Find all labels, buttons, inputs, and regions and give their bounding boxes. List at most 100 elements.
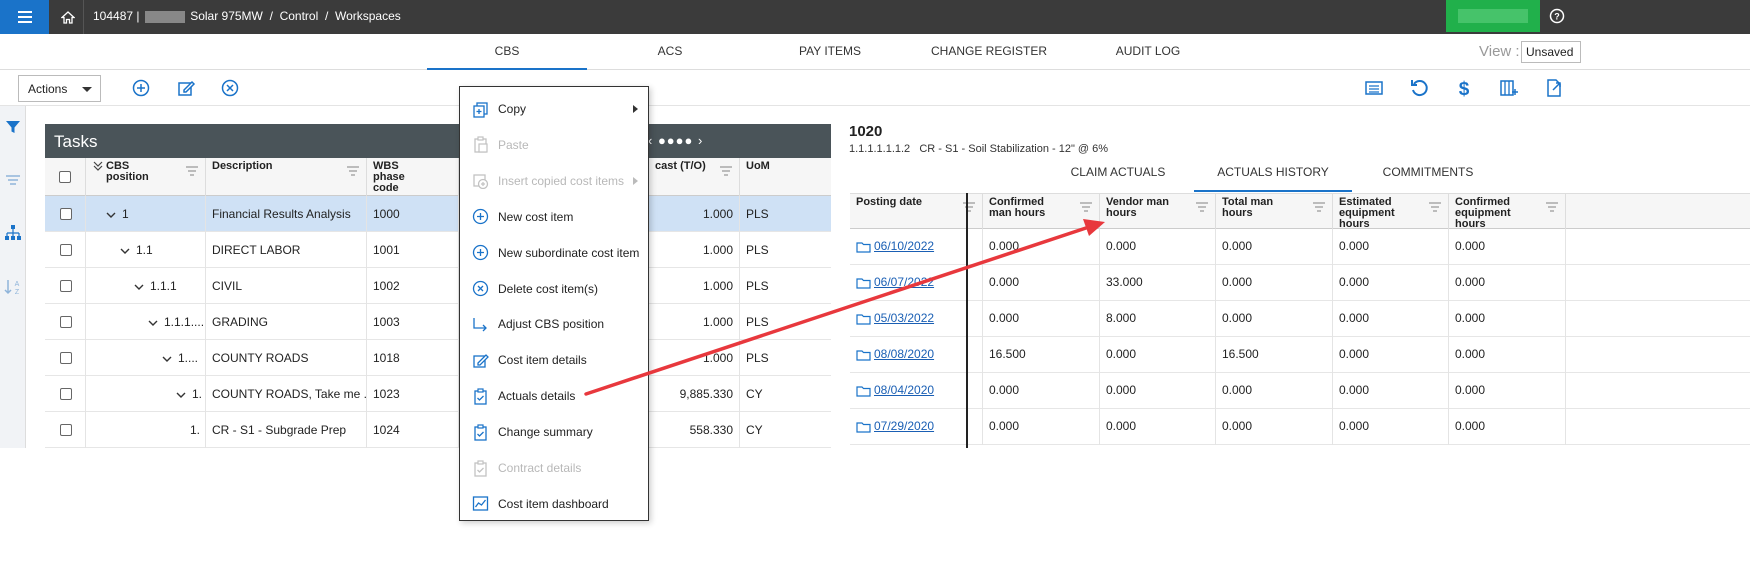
tab-pay-items[interactable]: PAY ITEMS bbox=[750, 34, 910, 70]
tab-acs[interactable]: ACS bbox=[590, 34, 750, 70]
uom-cell[interactable]: CY bbox=[740, 376, 831, 412]
forecast-cell[interactable]: 1.000 bbox=[649, 304, 740, 340]
col-cbs-position[interactable]: CBS position bbox=[86, 158, 206, 196]
table-row[interactable]: 1.1.1 CIVIL 1002 1.000 PLS bbox=[45, 268, 831, 304]
column-filter-icon[interactable] bbox=[1195, 202, 1209, 212]
frozen-column-divider[interactable] bbox=[966, 193, 968, 448]
uom-cell[interactable]: PLS bbox=[740, 340, 831, 376]
column-filter-icon[interactable] bbox=[185, 166, 199, 176]
edit-icon[interactable] bbox=[176, 78, 196, 98]
refresh-icon[interactable] bbox=[1409, 78, 1429, 98]
table-row[interactable]: 1. COUNTY ROADS, Take me ... 1023 9,885.330… bbox=[45, 376, 831, 412]
chevron-down-icon[interactable] bbox=[162, 354, 172, 364]
col-estimated-equipment-hours[interactable]: Estimated equipment hours bbox=[1333, 194, 1449, 230]
lines-icon[interactable] bbox=[4, 171, 22, 189]
wbs-code-cell[interactable]: 1000 bbox=[367, 196, 459, 232]
description-cell[interactable]: COUNTY ROADS bbox=[206, 340, 367, 376]
confirmed-man-cell[interactable]: 0.000 bbox=[983, 265, 1100, 301]
column-filter-icon[interactable] bbox=[1428, 202, 1442, 212]
conf-equipment-cell[interactable]: 0.000 bbox=[1449, 409, 1566, 445]
sort-az-icon[interactable]: AZ bbox=[4, 278, 22, 296]
table-row[interactable]: 1. CR - S1 - Subgrade Prep 1024 558.330 CY bbox=[45, 412, 831, 448]
chevron-down-icon[interactable] bbox=[176, 390, 186, 400]
folder-icon[interactable] bbox=[856, 349, 871, 361]
est-equipment-cell[interactable]: 0.000 bbox=[1333, 301, 1449, 337]
menu-item-change-summary[interactable]: Change summary bbox=[460, 414, 648, 450]
conf-equipment-cell[interactable]: 0.000 bbox=[1449, 337, 1566, 373]
total-man-cell[interactable]: 0.000 bbox=[1216, 265, 1333, 301]
uom-cell[interactable]: PLS bbox=[740, 232, 831, 268]
select-all-checkbox[interactable] bbox=[59, 171, 71, 183]
menu-item-new-cost-item[interactable]: New cost item bbox=[460, 199, 648, 235]
column-pager[interactable]: ‹ ●●●● › bbox=[648, 133, 703, 148]
filter-icon[interactable] bbox=[4, 118, 22, 136]
folder-icon[interactable] bbox=[856, 313, 871, 325]
menu-item-new-subordinate-cost-item[interactable]: New subordinate cost item bbox=[460, 235, 648, 271]
breadcrumb-workspaces[interactable]: Workspaces bbox=[335, 9, 401, 23]
folder-icon[interactable] bbox=[856, 241, 871, 253]
chevron-down-icon[interactable] bbox=[106, 210, 116, 220]
vendor-man-cell[interactable]: 33.000 bbox=[1100, 265, 1216, 301]
col-vendor-man-hours[interactable]: Vendor man hours bbox=[1100, 194, 1216, 230]
description-cell[interactable]: COUNTY ROADS, Take me ... bbox=[206, 376, 367, 412]
confirmed-man-cell[interactable]: 0.000 bbox=[983, 301, 1100, 337]
vendor-man-cell[interactable]: 0.000 bbox=[1100, 337, 1216, 373]
user-badge[interactable] bbox=[1446, 0, 1540, 32]
forecast-cell[interactable]: 9,885.330 bbox=[649, 376, 740, 412]
forecast-cell[interactable]: 558.330 bbox=[649, 412, 740, 448]
est-equipment-cell[interactable]: 0.000 bbox=[1333, 229, 1449, 265]
menu-item-delete-cost-items[interactable]: Delete cost item(s) bbox=[460, 271, 648, 307]
uom-cell[interactable]: CY bbox=[740, 412, 831, 448]
posting-date-link[interactable]: 05/03/2022 bbox=[874, 311, 934, 325]
conf-equipment-cell[interactable]: 0.000 bbox=[1449, 229, 1566, 265]
add-circle-icon[interactable] bbox=[131, 78, 151, 98]
posting-date-link[interactable]: 06/10/2022 bbox=[874, 239, 934, 253]
table-row[interactable]: 05/03/2022 0.000 8.000 0.000 0.000 0.000 bbox=[850, 301, 1750, 337]
table-row[interactable]: 06/07/2022 0.000 33.000 0.000 0.000 0.000 bbox=[850, 265, 1750, 301]
col-confirmed-equipment-hours[interactable]: Confirmed equipment hours bbox=[1449, 194, 1566, 230]
column-filter-icon[interactable] bbox=[1079, 202, 1093, 212]
menu-item-adjust-cbs-position[interactable]: Adjust CBS position bbox=[460, 306, 648, 342]
column-filter-icon[interactable] bbox=[1312, 202, 1326, 212]
column-filter-icon[interactable] bbox=[1545, 202, 1559, 212]
description-cell[interactable]: GRADING bbox=[206, 304, 367, 340]
menu-item-actuals-details[interactable]: Actuals details bbox=[460, 378, 648, 414]
chevron-down-icon[interactable] bbox=[120, 246, 130, 256]
est-equipment-cell[interactable]: 0.000 bbox=[1333, 373, 1449, 409]
chevron-down-icon[interactable] bbox=[148, 318, 158, 328]
tab-cbs[interactable]: CBS bbox=[427, 34, 587, 70]
col-confirmed-man-hours[interactable]: Confirmed man hours bbox=[983, 194, 1100, 230]
tab-claim-actuals[interactable]: CLAIM ACTUALS bbox=[1039, 160, 1197, 192]
table-row[interactable]: 08/04/2020 0.000 0.000 0.000 0.000 0.000 bbox=[850, 373, 1750, 409]
breadcrumb-control[interactable]: Control bbox=[280, 9, 319, 23]
tab-change-register[interactable]: CHANGE REGISTER bbox=[909, 34, 1069, 70]
table-row[interactable]: 1.1 DIRECT LABOR 1001 1.000 PLS bbox=[45, 232, 831, 268]
row-checkbox[interactable] bbox=[60, 388, 72, 400]
posting-date-link[interactable]: 06/07/2022 bbox=[874, 275, 934, 289]
wbs-code-cell[interactable]: 1023 bbox=[367, 376, 459, 412]
cancel-circle-icon[interactable] bbox=[220, 78, 240, 98]
project-name[interactable]: Solar 975MW bbox=[190, 9, 263, 23]
table-row[interactable]: 07/29/2020 0.000 0.000 0.000 0.000 0.000 bbox=[850, 409, 1750, 445]
forecast-cell[interactable]: 1.000 bbox=[649, 196, 740, 232]
chevron-down-icon[interactable] bbox=[134, 282, 144, 292]
uom-cell[interactable]: PLS bbox=[740, 268, 831, 304]
est-equipment-cell[interactable]: 0.000 bbox=[1333, 409, 1449, 445]
wbs-code-cell[interactable]: 1002 bbox=[367, 268, 459, 304]
actions-dropdown[interactable]: Actions bbox=[18, 75, 101, 102]
confirmed-man-cell[interactable]: 0.000 bbox=[983, 409, 1100, 445]
conf-equipment-cell[interactable]: 0.000 bbox=[1449, 373, 1566, 409]
vendor-man-cell[interactable]: 0.000 bbox=[1100, 409, 1216, 445]
row-checkbox[interactable] bbox=[60, 424, 72, 436]
posting-date-link[interactable]: 08/04/2020 bbox=[874, 383, 934, 397]
confirmed-man-cell[interactable]: 0.000 bbox=[983, 373, 1100, 409]
table-row[interactable]: 06/10/2022 0.000 0.000 0.000 0.000 0.000 bbox=[850, 229, 1750, 265]
table-row[interactable]: 1.1.1.... GRADING 1003 1.000 PLS bbox=[45, 304, 831, 340]
total-man-cell[interactable]: 0.000 bbox=[1216, 373, 1333, 409]
view-select[interactable]: Unsaved bbox=[1521, 41, 1581, 63]
row-checkbox[interactable] bbox=[60, 244, 72, 256]
total-man-cell[interactable]: 0.000 bbox=[1216, 301, 1333, 337]
total-man-cell[interactable]: 0.000 bbox=[1216, 409, 1333, 445]
wbs-code-cell[interactable]: 1024 bbox=[367, 412, 459, 448]
column-filter-icon[interactable] bbox=[719, 166, 733, 176]
